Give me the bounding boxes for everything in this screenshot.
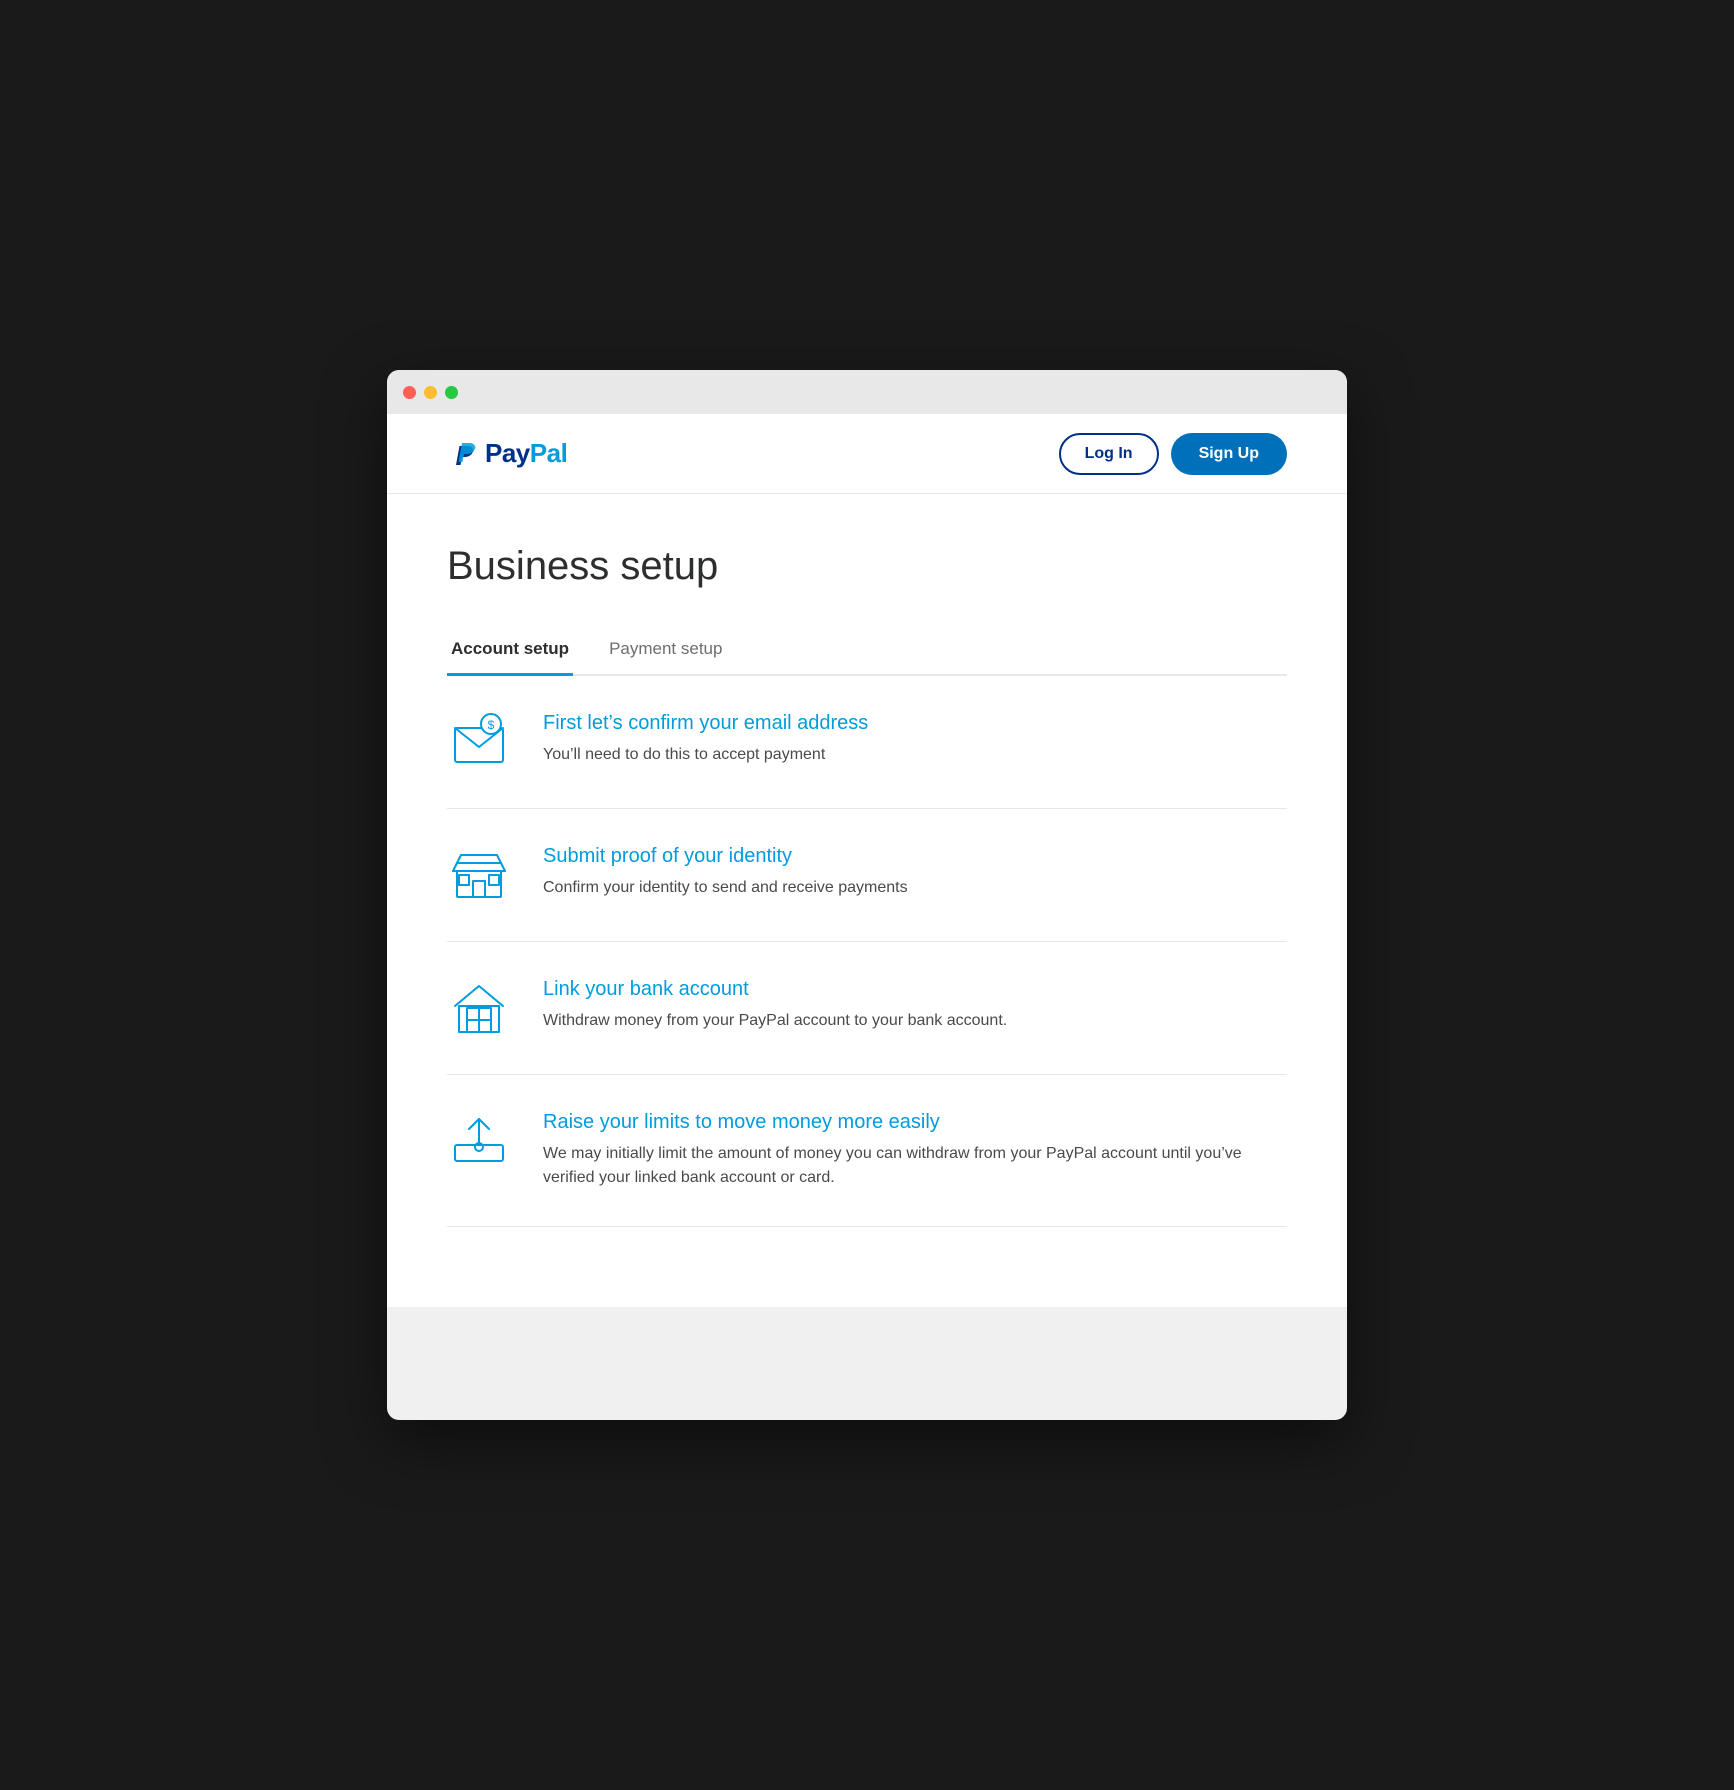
upload-icon	[447, 1111, 511, 1171]
paypal-logo-icon	[447, 438, 479, 470]
bank-item-desc: Withdraw money from your PayPal account …	[543, 1009, 1287, 1033]
logo-pay: Pay	[485, 438, 530, 468]
signup-button[interactable]: Sign Up	[1171, 433, 1287, 475]
maximize-dot[interactable]	[445, 386, 458, 399]
setup-item-bank: Link your bank account Withdraw money fr…	[447, 942, 1287, 1075]
login-button[interactable]: Log In	[1059, 433, 1159, 475]
bank-item-title[interactable]: Link your bank account	[543, 978, 1287, 1001]
bank-item-text: Link your bank account Withdraw money fr…	[543, 978, 1287, 1033]
email-icon: $	[447, 712, 511, 772]
setup-list: $ First let’s confirm your email address…	[447, 676, 1287, 1227]
identity-item-desc: Confirm your identity to send and receiv…	[543, 876, 1287, 900]
setup-item-limits: Raise your limits to move money more eas…	[447, 1075, 1287, 1227]
logo: PayPal	[447, 438, 567, 470]
limits-item-desc: We may initially limit the amount of mon…	[543, 1142, 1287, 1190]
store-icon	[447, 845, 511, 905]
limits-item-text: Raise your limits to move money more eas…	[543, 1111, 1287, 1190]
nav-buttons: Log In Sign Up	[1059, 433, 1287, 475]
email-item-title[interactable]: First let’s confirm your email address	[543, 712, 1287, 735]
navbar: PayPal Log In Sign Up	[387, 414, 1347, 494]
logo-pal: Pal	[530, 438, 568, 468]
titlebar	[387, 370, 1347, 414]
svg-text:$: $	[488, 718, 495, 732]
setup-item-email: $ First let’s confirm your email address…	[447, 676, 1287, 809]
browser-window: PayPal Log In Sign Up Business setup Acc…	[387, 370, 1347, 1420]
tab-payment-setup[interactable]: Payment setup	[605, 625, 726, 676]
tab-account-setup[interactable]: Account setup	[447, 625, 573, 676]
bank-icon	[447, 978, 511, 1038]
logo-text: PayPal	[485, 438, 567, 469]
identity-item-title[interactable]: Submit proof of your identity	[543, 845, 1287, 868]
minimize-dot[interactable]	[424, 386, 437, 399]
limits-item-title[interactable]: Raise your limits to move money more eas…	[543, 1111, 1287, 1134]
close-dot[interactable]	[403, 386, 416, 399]
page-content: PayPal Log In Sign Up Business setup Acc…	[387, 414, 1347, 1307]
main-content: Business setup Account setup Payment set…	[387, 494, 1347, 1307]
setup-item-identity: Submit proof of your identity Confirm yo…	[447, 809, 1287, 942]
email-item-desc: You’ll need to do this to accept payment	[543, 743, 1287, 767]
email-item-text: First let’s confirm your email address Y…	[543, 712, 1287, 767]
page-title: Business setup	[447, 544, 1287, 589]
tabs: Account setup Payment setup	[447, 625, 1287, 676]
identity-item-text: Submit proof of your identity Confirm yo…	[543, 845, 1287, 900]
